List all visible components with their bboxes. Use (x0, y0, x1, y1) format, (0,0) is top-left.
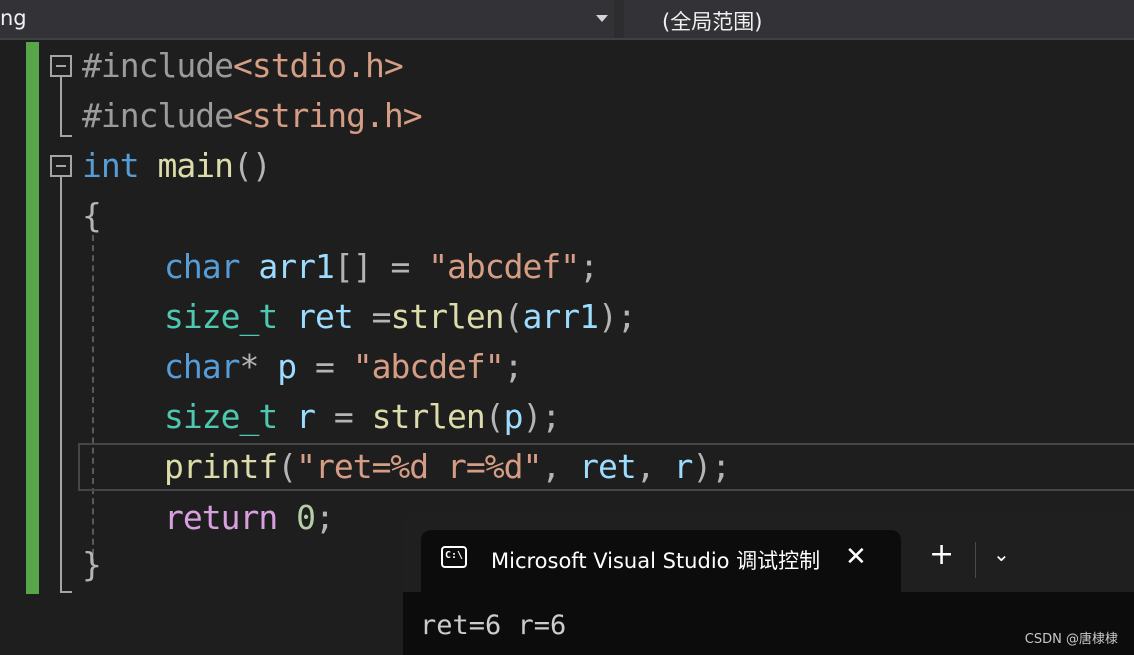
code-line[interactable]: return 0; (164, 493, 335, 543)
fold-line-end (60, 591, 72, 593)
indent-guide (92, 235, 94, 565)
code-line[interactable]: printf("ret=%d r=%d", ret, r); (164, 442, 731, 492)
plus-icon[interactable]: + (929, 540, 954, 570)
code-token: , (635, 447, 674, 486)
code-token: printf (164, 447, 278, 486)
chevron-down-icon[interactable]: ⌄ (993, 542, 1010, 566)
code-token: r (296, 397, 316, 436)
scope-combo[interactable]: (全局范围) (624, 0, 1134, 38)
code-token: ( (484, 397, 505, 436)
close-icon[interactable]: ✕ (845, 542, 867, 572)
code-line[interactable]: char arr1[] = "abcdef"; (164, 242, 599, 292)
code-token: [] = (333, 247, 429, 286)
project-combo[interactable]: ng (0, 0, 614, 38)
fold-line (60, 177, 62, 593)
fold-collapse-icon[interactable] (50, 155, 72, 177)
code-line[interactable]: #include<stdio.h> (82, 41, 404, 91)
code-token: ); (522, 397, 562, 436)
code-token: size_t (164, 397, 278, 436)
code-line[interactable]: size_t ret =strlen(arr1); (164, 292, 637, 342)
code-line[interactable]: size_t r = strlen(p); (164, 392, 562, 442)
code-line[interactable]: int main() (82, 141, 272, 191)
code-line[interactable]: { (82, 191, 102, 241)
console-tab[interactable]: C:\ Microsoft Visual Studio 调试控制台 ✕ (421, 530, 901, 592)
divider (975, 542, 976, 578)
code-line[interactable]: } (82, 540, 102, 590)
code-token: ret (579, 447, 637, 486)
code-token: char (164, 247, 240, 286)
code-token: return (164, 498, 278, 537)
code-token: = (314, 397, 372, 436)
code-token: ; (503, 347, 524, 386)
code-token: = (296, 347, 353, 386)
code-token: r (673, 447, 693, 486)
console-tab-title: Microsoft Visual Studio 调试控制台 (491, 549, 821, 573)
code-token: arr1 (258, 247, 334, 286)
code-token: () (232, 146, 272, 185)
code-token: "ret=%d r=%d" (296, 447, 542, 486)
code-token: { (82, 196, 102, 235)
code-token: size_t (164, 297, 278, 336)
code-token: ); (692, 447, 731, 486)
watermark: CSDN @唐棣棣 (1024, 632, 1118, 647)
code-token: ); (598, 297, 637, 336)
change-tracking-bar (26, 42, 39, 594)
code-line[interactable]: char* p = "abcdef"; (164, 342, 524, 392)
code-token: * (239, 347, 278, 386)
fold-line-end (60, 135, 72, 137)
code-token: #include (82, 46, 234, 85)
divider (0, 38, 1134, 40)
code-token: arr1 (522, 297, 599, 336)
code-token: 0 (296, 498, 316, 537)
code-token: <string.h> (232, 96, 423, 135)
code-token: = (352, 297, 392, 336)
code-token: ( (277, 447, 297, 486)
code-token: "abcdef" (428, 247, 580, 286)
code-token: int (82, 146, 140, 185)
code-token: <stdio.h> (232, 46, 404, 85)
code-token: } (82, 545, 102, 584)
console-titlebar: C:\ Microsoft Visual Studio 调试控制台 ✕ + ⌄ (403, 512, 1134, 592)
code-token: "abcdef" (352, 347, 505, 386)
fold-collapse-icon[interactable] (50, 55, 72, 77)
code-token: char (164, 347, 240, 386)
fold-line (60, 77, 62, 137)
code-token: p (503, 397, 524, 436)
code-token: ( (503, 297, 524, 336)
scope-combo-value: (全局范围) (662, 10, 763, 34)
terminal-icon: C:\ (441, 546, 467, 568)
code-token: ; (579, 247, 599, 286)
code-token: ; (314, 498, 335, 537)
code-token: strlen (371, 397, 486, 436)
code-token: main (157, 146, 233, 185)
code-token: , (541, 447, 580, 486)
navigation-bar: ng (全局范围) (0, 0, 1134, 38)
console-output-line: ret=6 r=6 (420, 610, 567, 641)
code-token: strlen (390, 297, 504, 336)
code-token: #include (82, 96, 234, 135)
project-combo-value: ng (0, 6, 27, 30)
code-line[interactable]: #include<string.h> (82, 91, 423, 141)
chevron-down-icon[interactable] (596, 15, 608, 22)
code-token: ret (296, 297, 354, 336)
code-token: p (277, 347, 297, 386)
